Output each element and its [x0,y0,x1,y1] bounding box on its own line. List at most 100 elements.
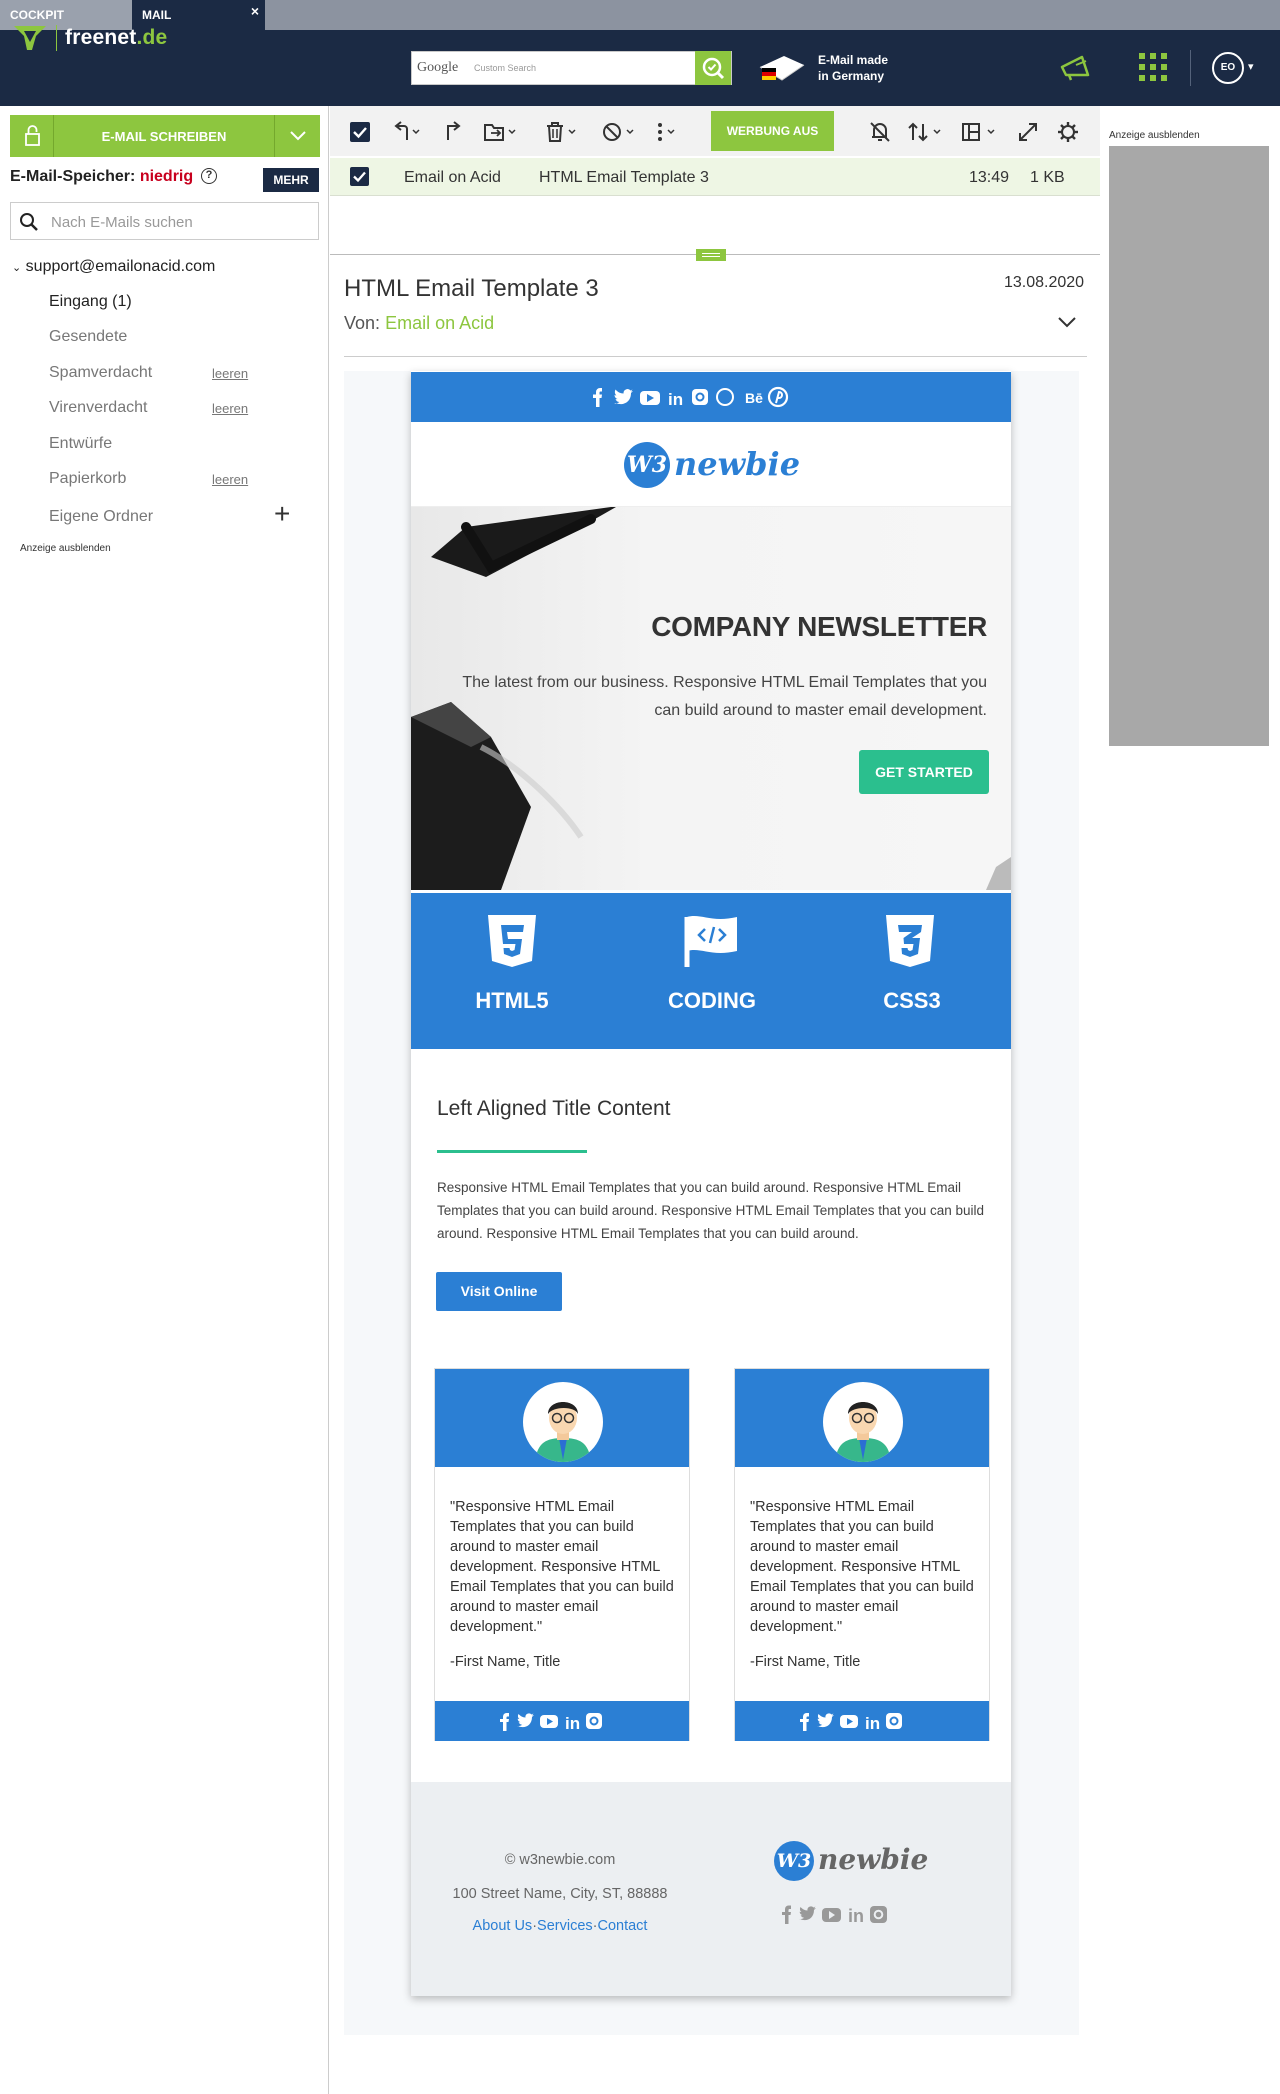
footer-link-services[interactable]: Services [537,1918,593,1934]
made-line-2: in Germany [818,69,885,83]
compose-label: E-MAIL SCHREIBEN [101,129,227,144]
section-text: Responsive HTML Email Templates that you… [437,1180,985,1241]
lock-icon[interactable] [10,115,54,157]
w3newbie-logo: W3 newbie [774,1839,954,1889]
testimonial-card: "Responsive HTML Email Templates that yo… [434,1368,690,1741]
twitter-icon [517,1713,534,1728]
megaphone-icon[interactable] [1058,53,1094,81]
chevron-down-icon: ⌄ [12,262,22,274]
code-flag-icon [684,916,737,967]
freenet-logo-icon [14,26,46,50]
features-section [411,893,1011,1049]
trash-icon[interactable] [544,120,580,144]
header-separator [344,356,1087,357]
compose-button[interactable]: E-MAIL SCHREIBEN [10,115,320,157]
avatar [823,1382,903,1462]
empty-spam-link[interactable]: leeren [212,366,248,381]
resize-handle[interactable] [696,249,726,261]
account-item[interactable]: ⌄ support@emailonacid.com [12,258,215,276]
testimonial-quote: "Responsive HTML Email Templates that yo… [450,1499,674,1635]
w3newbie-logo: W3 newbie [624,439,804,491]
testimonial-signature: -First Name, Title [750,1654,861,1670]
add-folder-icon[interactable]: + [274,500,290,528]
hide-ad-link[interactable]: Anzeige ausblenden [20,543,111,554]
block-icon[interactable] [600,120,638,144]
avatar [523,1382,603,1462]
user-avatar[interactable]: EO [1212,52,1244,84]
notifications-off-icon[interactable] [868,120,892,144]
storage-status: E-Mail-Speicher: niedrig [10,168,193,186]
freenet-logo[interactable]: freenet.de [12,20,167,56]
visit-online-button[interactable]: Visit Online [436,1272,562,1311]
folder-custom[interactable]: Eigene Ordner [49,508,153,526]
folder-sent[interactable]: Gesendete [49,328,127,346]
empty-virus-link[interactable]: leeren [212,401,248,416]
logo-newbie: newbie [674,445,801,483]
logo-divider [56,25,57,51]
person-icon [835,1402,891,1462]
css3-icon [886,915,934,967]
hide-ad-link[interactable]: Anzeige ausblenden [1109,130,1200,141]
hero-text: The latest from our business. Responsive… [462,674,987,719]
footer-link-about[interactable]: About Us [473,1918,533,1934]
made-line-1: E-Mail made [818,53,889,67]
footer-address: 100 Street Name, City, ST, 88888 [452,1886,668,1902]
reply-icon[interactable] [392,120,422,144]
person-icon [535,1402,591,1462]
testimonial-card: "Responsive HTML Email Templates that yo… [734,1368,990,1741]
linkedin-icon: in [848,1906,864,1926]
google-search-input[interactable]: Google Custom Search [411,51,732,85]
sender-link[interactable]: Email on Acid [385,313,494,333]
layout-icon[interactable] [960,120,1000,144]
brand-tld: .de [136,26,168,49]
storage-label: E-Mail-Speicher: [10,168,136,185]
forward-icon[interactable] [442,120,464,144]
empty-trash-link[interactable]: leeren [212,472,248,487]
folder-spam[interactable]: Spamverdacht [49,364,152,382]
chevron-down-icon[interactable]: ▾ [1248,60,1254,73]
chevron-down-icon[interactable] [274,115,320,157]
message-checkbox[interactable] [350,167,369,186]
folder-virus[interactable]: Virenverdacht [49,399,147,417]
apps-grid-icon[interactable] [1138,52,1168,82]
facebook-icon [782,1905,791,1924]
get-started-button[interactable]: GET STARTED [859,750,989,794]
google-label: Google [417,60,459,75]
gear-icon[interactable] [1056,120,1080,144]
twitter-icon [799,1906,816,1921]
linkedin-icon: in [668,390,683,409]
sort-icon[interactable] [906,120,944,144]
chevron-down-icon[interactable] [1057,312,1077,332]
folder-drafts[interactable]: Entwürfe [49,435,112,453]
select-all-checkbox[interactable] [350,122,370,142]
instagram-icon [586,1713,602,1729]
made-in-germany-text: E-Mail made in Germany [818,52,918,84]
move-icon[interactable] [482,120,518,144]
expand-icon[interactable] [1016,120,1040,144]
mail-search-input[interactable]: Nach E-Mails suchen [10,202,319,240]
google-search-placeholder: Custom Search [474,63,537,73]
instagram-icon [886,1713,902,1729]
hero-title: COMPANY NEWSLETTER [651,611,987,642]
feature-coding: CODING [668,988,756,1013]
more-actions-icon[interactable] [654,120,684,144]
logo-w3: W3 [774,1841,814,1881]
help-icon[interactable]: ? [201,168,217,184]
footer-copyright: © w3newbie.com [504,1852,616,1868]
social-icons: in [782,1905,887,1926]
folder-trash[interactable]: Papierkorb [49,470,126,488]
testimonial-signature: -First Name, Title [450,1654,561,1670]
close-icon[interactable]: × [251,3,259,19]
dribbble-icon [716,388,734,406]
google-search-button[interactable] [695,51,731,85]
more-button[interactable]: MEHR [263,168,319,192]
app-window: COCKPIT MAIL × freenet.de Google Custom S… [0,0,1280,2094]
folder-inbox[interactable]: Eingang (1) [49,293,132,311]
ad-off-button[interactable]: WERBUNG AUS [711,111,834,151]
footer-link-contact[interactable]: Contact [597,1918,647,1934]
mail-search-placeholder: Nach E-Mails suchen [51,214,193,231]
footer-links: About Us·Services·Contact [440,1918,680,1934]
instagram-icon [692,389,708,405]
message-subject: HTML Email Template 3 [539,169,709,186]
search-icon [20,213,38,231]
